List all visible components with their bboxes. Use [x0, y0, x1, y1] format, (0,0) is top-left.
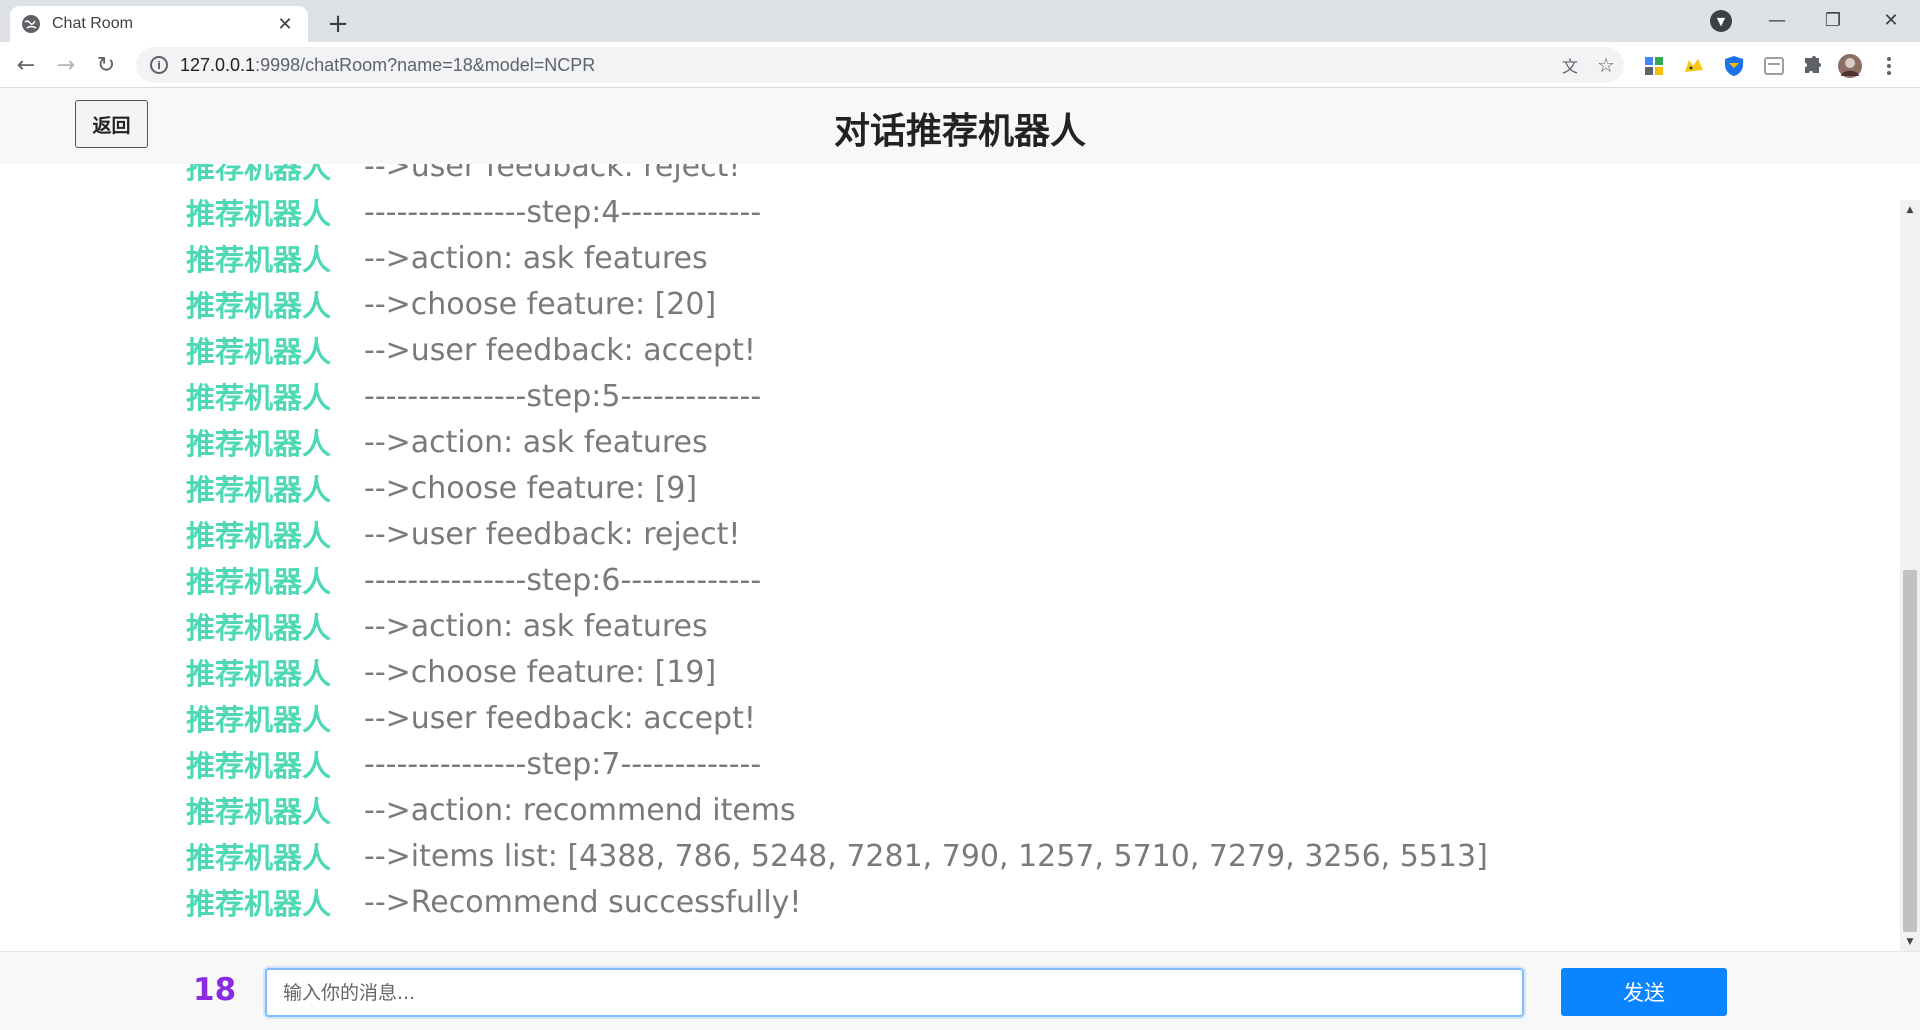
restore-button[interactable]: ❐	[1808, 0, 1858, 40]
chat-log[interactable]: 推荐机器人 -->user feedback: reject! 推荐机器人 ----…	[0, 164, 1900, 951]
window-close-button[interactable]: ✕	[1866, 0, 1916, 40]
message-composer: 18 发送	[0, 951, 1920, 1030]
chat-message: 推荐机器人 -->action: ask features	[0, 419, 1900, 465]
chat-message: 推荐机器人 -->action: ask features	[0, 235, 1900, 281]
message-input[interactable]	[265, 968, 1524, 1017]
message-text: -->Recommend successfully!	[364, 884, 802, 920]
message-sender: 推荐机器人	[186, 473, 332, 507]
chat-message: 推荐机器人 -->choose feature: [9]	[0, 465, 1900, 511]
url-text[interactable]: 127.0.0.1:9998/chatRoom?name=18&model=NC…	[180, 55, 1552, 76]
message-text: -->user feedback: reject!	[364, 164, 741, 184]
browser-toolbar: ← → ↻ i 127.0.0.1:9998/chatRoom?name=18&…	[0, 42, 1920, 88]
message-text: -->action: recommend items	[364, 792, 796, 828]
message-sender: 推荐机器人	[186, 749, 332, 783]
chat-message: 推荐机器人 ---------------step:4-------------	[0, 189, 1900, 235]
message-text: -->user feedback: reject!	[364, 516, 741, 552]
chat-message-list: 推荐机器人 -->user feedback: reject! 推荐机器人 ----…	[0, 164, 1900, 925]
message-sender: 推荐机器人	[186, 519, 332, 553]
message-text: -->user feedback: accept!	[364, 700, 756, 736]
address-bar[interactable]: i 127.0.0.1:9998/chatRoom?name=18&model=…	[136, 47, 1624, 83]
back-arrow-icon[interactable]: ←	[10, 49, 42, 81]
chat-message: 推荐机器人 -->choose feature: [19]	[0, 649, 1900, 695]
reader-extension-icon[interactable]	[1762, 54, 1786, 78]
message-sender: 推荐机器人	[186, 381, 332, 415]
send-button[interactable]: 发送	[1561, 968, 1727, 1016]
menu-dots-icon[interactable]	[1882, 54, 1896, 78]
message-text: ---------------step:7-------------	[364, 746, 762, 782]
globe-icon	[22, 15, 40, 33]
browser-tab-bar: Chat Room ✕ + ▼ — ❐ ✕	[0, 0, 1920, 42]
chat-message: 推荐机器人 -->user feedback: reject!	[0, 511, 1900, 557]
message-text: ---------------step:5-------------	[364, 378, 762, 414]
tab-title: Chat Room	[52, 15, 133, 32]
message-text: -->user feedback: accept!	[364, 332, 756, 368]
chat-message: 推荐机器人 -->choose feature: [20]	[0, 281, 1900, 327]
message-text: ---------------step:4-------------	[364, 194, 762, 230]
chat-message: 推荐机器人 ---------------step:5-------------	[0, 373, 1900, 419]
message-sender: 推荐机器人	[186, 611, 332, 645]
chat-message: 推荐机器人 -->items list: [4388, 786, 5248, 72…	[0, 833, 1900, 879]
forward-arrow-icon[interactable]: →	[50, 49, 82, 81]
translate-icon[interactable]: 文	[1552, 47, 1588, 83]
page-title: 对话推荐机器人	[833, 111, 1086, 152]
chat-message: 推荐机器人 -->user feedback: accept!	[0, 327, 1900, 373]
message-text: -->choose feature: [20]	[364, 286, 717, 322]
message-sender: 推荐机器人	[186, 565, 332, 599]
chat-message: 推荐机器人 ---------------step:6-------------	[0, 557, 1900, 603]
scroll-thumb[interactable]	[1903, 570, 1917, 932]
message-text: -->action: ask features	[364, 608, 708, 644]
message-sender: 推荐机器人	[186, 197, 332, 231]
message-sender: 推荐机器人	[186, 243, 332, 277]
minimize-button[interactable]: —	[1752, 0, 1802, 40]
puzzle-extensions-icon[interactable]	[1800, 54, 1824, 78]
new-tab-button[interactable]: +	[322, 8, 354, 40]
message-sender: 推荐机器人	[186, 164, 332, 185]
message-sender: 推荐机器人	[186, 289, 332, 323]
message-text: -->action: ask features	[364, 240, 708, 276]
page-header: 返回 对话推荐机器人	[0, 88, 1920, 164]
message-sender: 推荐机器人	[186, 427, 332, 461]
close-tab-icon[interactable]: ✕	[274, 14, 296, 35]
tab-search-icon[interactable]: ▼	[1710, 10, 1732, 32]
chat-message: 推荐机器人 ---------------step:7-------------	[0, 741, 1900, 787]
chat-message: 推荐机器人 -->Recommend successfully!	[0, 879, 1900, 925]
message-text: ---------------step:6-------------	[364, 562, 762, 598]
shield-extension-icon[interactable]	[1722, 54, 1746, 78]
browser-tab[interactable]: Chat Room ✕	[10, 6, 308, 42]
reload-icon[interactable]: ↻	[90, 49, 122, 81]
message-text: -->choose feature: [9]	[364, 470, 698, 506]
site-info-icon[interactable]: i	[150, 56, 168, 74]
bookmark-star-icon[interactable]: ☆	[1588, 47, 1624, 83]
message-text: -->choose feature: [19]	[364, 654, 717, 690]
chat-message: 推荐机器人 -->user feedback: accept!	[0, 695, 1900, 741]
message-sender: 推荐机器人	[186, 795, 332, 829]
pikachu-extension-icon[interactable]	[1682, 54, 1706, 78]
user-id-label: 18	[193, 972, 237, 1008]
scroll-up-arrow-icon[interactable]: ▲	[1900, 200, 1920, 220]
chat-scrollbar[interactable]: ▲ ▼	[1900, 200, 1920, 952]
message-text: -->action: ask features	[364, 424, 708, 460]
profile-avatar-icon[interactable]	[1838, 54, 1862, 78]
chat-message: 推荐机器人 -->action: recommend items	[0, 787, 1900, 833]
message-sender: 推荐机器人	[186, 887, 332, 921]
chat-message: 推荐机器人 -->action: ask features	[0, 603, 1900, 649]
message-text: -->items list: [4388, 786, 5248, 7281, 7…	[364, 838, 1488, 874]
chat-message: 推荐机器人 -->user feedback: reject!	[0, 164, 1900, 189]
message-sender: 推荐机器人	[186, 841, 332, 875]
message-sender: 推荐机器人	[186, 657, 332, 691]
apps-extension-icon[interactable]	[1642, 54, 1666, 78]
scroll-down-arrow-icon[interactable]: ▼	[1900, 932, 1920, 952]
message-sender: 推荐机器人	[186, 335, 332, 369]
message-sender: 推荐机器人	[186, 703, 332, 737]
